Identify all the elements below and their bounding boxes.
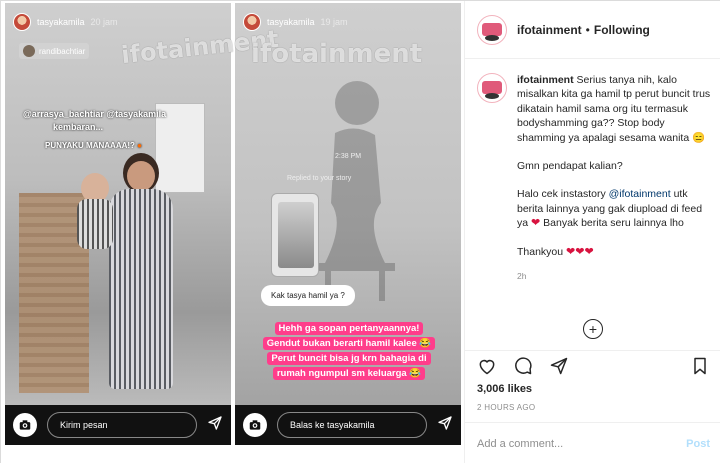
story-screenshot-1: tasyakamila 20 jam randibachtiar @arrasy… bbox=[5, 3, 231, 445]
caption-paragraph-3a: Halo cek instastory bbox=[517, 188, 606, 201]
story-reply-input[interactable]: Kirim pesan bbox=[47, 412, 197, 438]
caption-timestamp: 2h bbox=[517, 271, 527, 282]
red-heart-emoji-icon: ❤❤❤ bbox=[566, 245, 594, 258]
action-bar bbox=[465, 350, 720, 386]
dm-timestamp: 2:38 PM bbox=[335, 153, 362, 160]
camera-icon[interactable] bbox=[243, 413, 267, 437]
story-caption-2: PUNYAKU MANAAAA!? ● bbox=[45, 141, 143, 150]
camera-icon[interactable] bbox=[13, 413, 37, 437]
story-screenshot-2: tasyakamila 19 jam 2:38 PM Replied to yo… bbox=[235, 3, 461, 445]
red-heart-emoji-icon: ❤ bbox=[531, 217, 541, 230]
answer-line-2: Gendut bukan berarti hamil kalee 😂 bbox=[262, 337, 436, 350]
tag-username: randibachtiar bbox=[39, 46, 86, 56]
story-time: 20 jam bbox=[90, 17, 118, 27]
story-reply-bar: Kirim pesan bbox=[5, 405, 231, 445]
post-media[interactable]: tasyakamila 20 jam randibachtiar @arrasy… bbox=[1, 1, 464, 463]
author-username[interactable]: ifotainment bbox=[517, 23, 582, 37]
caption-username[interactable]: ifotainment bbox=[517, 74, 574, 86]
paper-plane-icon[interactable] bbox=[437, 415, 453, 436]
baby-photo bbox=[75, 173, 115, 263]
post-age: 2 HOURS AGO bbox=[477, 403, 536, 412]
answer-line-1: Hehh ga sopan pertanyaannya! bbox=[274, 322, 424, 335]
instagram-post-window: tasyakamila 20 jam randibachtiar @arrasy… bbox=[0, 0, 720, 463]
caption-paragraph-2: Gmn pendapat kalian? bbox=[517, 160, 623, 173]
plus-circle-icon[interactable]: + bbox=[583, 319, 603, 339]
post-comment-button[interactable]: Post bbox=[686, 438, 710, 450]
replied-label: Replied to your story bbox=[287, 175, 352, 182]
story-header: tasyakamila 20 jam bbox=[13, 13, 118, 31]
caption-paragraph-4: Thankyou bbox=[517, 245, 564, 258]
separator-dot: • bbox=[585, 22, 590, 37]
comment-icon[interactable] bbox=[513, 356, 533, 381]
comment-bar: Post bbox=[465, 422, 720, 463]
story-caption: @arrasya_bachtiar @tasyakamila kembaran.… bbox=[23, 108, 166, 134]
replied-story-thumbnail bbox=[271, 193, 319, 277]
post-header: ifotainment • Following bbox=[465, 1, 720, 59]
story-reply-input[interactable]: Balas ke tasyakamila bbox=[277, 412, 427, 438]
following-button[interactable]: Following bbox=[594, 23, 650, 37]
bookmark-icon[interactable] bbox=[690, 356, 710, 381]
like-count[interactable]: 3,006 likes bbox=[477, 383, 532, 395]
caption-avatar[interactable] bbox=[477, 73, 507, 103]
answer-sticker: Hehh ga sopan pertanyaannya! Gendut buka… bbox=[249, 321, 449, 381]
story-time: 19 jam bbox=[320, 17, 348, 27]
caption-text: ifotainment Serius tanya nih, kalo misal… bbox=[517, 73, 713, 283]
paper-plane-icon[interactable] bbox=[207, 415, 223, 436]
question-bubble: Kak tasya hamil ya ? bbox=[261, 285, 355, 306]
caption-mention-link[interactable]: @ifotainment bbox=[609, 188, 671, 200]
story-caption-2-text: PUNYAKU MANAAAA!? bbox=[45, 141, 135, 150]
heart-icon[interactable] bbox=[477, 356, 497, 381]
comment-input[interactable] bbox=[477, 437, 687, 450]
watermark-logo: ifotainment bbox=[251, 39, 423, 69]
author-avatar[interactable] bbox=[477, 14, 507, 45]
caption-paragraph-3c: Banyak berita seru lainnya lho bbox=[543, 217, 684, 230]
post-side-panel: ifotainment • Following ifotainment Seri… bbox=[464, 1, 720, 463]
caption-block: ifotainment Serius tanya nih, kalo misal… bbox=[477, 73, 713, 283]
story-reply-bar: Balas ke tasyakamila bbox=[235, 405, 461, 445]
answer-line-4: rumah ngumpul sm keluarga 😂 bbox=[272, 367, 426, 380]
story-caption-line-1: @arrasya_bachtiar @tasyakamila bbox=[23, 109, 167, 119]
story-avatar bbox=[13, 13, 31, 31]
paper-plane-icon[interactable] bbox=[549, 356, 569, 381]
mention-tag: randibachtiar bbox=[19, 43, 90, 59]
tag-avatar bbox=[23, 45, 35, 57]
story-caption-line-2: kembaran... bbox=[53, 122, 104, 132]
answer-line-3: Perut buncit bisa jg krn bahagia di bbox=[267, 352, 431, 365]
woman-photo bbox=[105, 153, 175, 389]
story-username: tasyakamila bbox=[37, 17, 85, 27]
